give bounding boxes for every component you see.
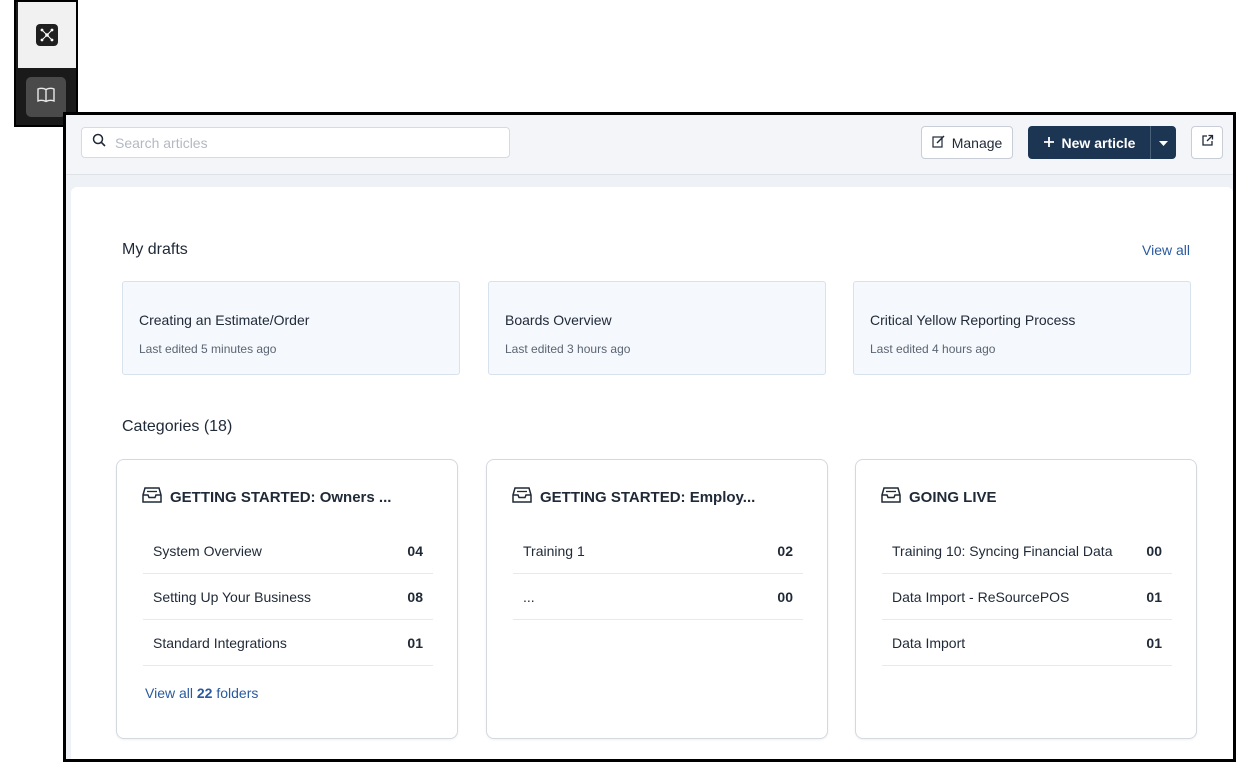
draft-last-edited: Last edited 5 minutes ago [139, 342, 277, 356]
inbox-tray-icon [142, 486, 162, 508]
folder-name: Standard Integrations [153, 634, 287, 651]
article-count: 01 [1146, 588, 1162, 605]
open-external-button[interactable] [1191, 126, 1223, 159]
category-card: GOING LIVE Training 10: Syncing Financia… [855, 459, 1197, 739]
draft-last-edited: Last edited 3 hours ago [505, 342, 631, 356]
category-header[interactable]: GOING LIVE [881, 486, 997, 508]
search-input[interactable] [115, 134, 485, 151]
manage-label: Manage [951, 134, 1003, 151]
folder-row[interactable]: System Overview 04 [143, 528, 433, 574]
folder-row[interactable]: Training 1 02 [513, 528, 803, 574]
folder-name: Data Import - ReSourcePOS [892, 588, 1070, 605]
categories-heading: Categories (18) [122, 418, 233, 435]
draft-card[interactable]: Critical Yellow Reporting Process Last e… [853, 281, 1191, 375]
open-book-icon [36, 86, 56, 109]
draft-title: Boards Overview [505, 312, 612, 328]
article-count: 04 [407, 542, 423, 559]
new-article-split-button: New article [1028, 126, 1176, 159]
category-name: GETTING STARTED: Employ... [540, 488, 756, 506]
folder-name: Setting Up Your Business [153, 588, 311, 605]
folder-count: 22 [196, 685, 213, 701]
article-count: 00 [1146, 542, 1162, 559]
view-all-prefix: View all [145, 685, 193, 701]
category-header[interactable]: GETTING STARTED: Employ... [512, 486, 755, 508]
manage-button[interactable]: Manage [921, 126, 1013, 159]
article-count: 02 [777, 542, 793, 559]
folder-name: Data Import [892, 634, 966, 651]
folder-row[interactable]: Training 10: Syncing Financial Data 00 [882, 528, 1172, 574]
category-header[interactable]: GETTING STARTED: Owners ... [142, 486, 391, 508]
content-panel: My drafts View all Creating an Estimate/… [71, 187, 1233, 759]
article-count: 01 [1146, 634, 1162, 651]
toolbar: Manage New article [66, 115, 1233, 175]
draft-last-edited: Last edited 4 hours ago [870, 342, 996, 356]
caret-down-icon [1159, 134, 1168, 152]
knowledge-base-window: Manage New article [63, 112, 1236, 762]
view-all-suffix: folders [216, 685, 259, 701]
draft-card[interactable]: Boards Overview Last edited 3 hours ago [488, 281, 826, 375]
drafts-view-all-link[interactable]: View all [1142, 242, 1190, 258]
new-article-button[interactable]: New article [1028, 126, 1150, 159]
folder-name: ... [523, 588, 535, 605]
new-article-label: New article [1061, 134, 1136, 151]
category-card: GETTING STARTED: Owners ... System Overv… [116, 459, 458, 739]
category-name: GETTING STARTED: Owners ... [170, 488, 392, 506]
new-article-dropdown-button[interactable] [1150, 126, 1176, 159]
view-all-folders-link[interactable]: View all 22 folders [145, 685, 258, 701]
article-count: 00 [777, 588, 793, 605]
category-name: GOING LIVE [909, 488, 997, 506]
folder-row[interactable]: Setting Up Your Business 08 [143, 574, 433, 620]
search-icon [92, 133, 106, 152]
external-link-icon [1201, 134, 1214, 152]
folder-row[interactable]: Data Import - ReSourcePOS 01 [882, 574, 1172, 620]
article-count: 01 [407, 634, 423, 651]
folder-row[interactable]: ... 00 [513, 574, 803, 620]
draft-card[interactable]: Creating an Estimate/Order Last edited 5… [122, 281, 460, 375]
edit-icon [932, 135, 945, 151]
search-box[interactable] [81, 127, 510, 158]
network-graph-icon [36, 24, 58, 46]
category-card: GETTING STARTED: Employ... Training 1 02… [486, 459, 828, 739]
draft-title: Critical Yellow Reporting Process [870, 312, 1076, 328]
app-rail [14, 0, 78, 127]
folder-row[interactable]: Standard Integrations 01 [143, 620, 433, 666]
drafts-heading: My drafts [122, 241, 188, 258]
draft-title: Creating an Estimate/Order [139, 312, 310, 328]
inbox-tray-icon [512, 486, 532, 508]
folder-name: Training 1 [523, 542, 585, 559]
rail-item-knowledge-base[interactable] [26, 77, 66, 117]
folder-name: Training 10: Syncing Financial Data [892, 542, 1113, 559]
article-count: 08 [407, 588, 423, 605]
folder-name: System Overview [153, 542, 262, 559]
inbox-tray-icon [881, 486, 901, 508]
folder-row[interactable]: Data Import 01 [882, 620, 1172, 666]
plus-icon [1043, 135, 1055, 151]
rail-item-graph[interactable] [18, 2, 76, 68]
